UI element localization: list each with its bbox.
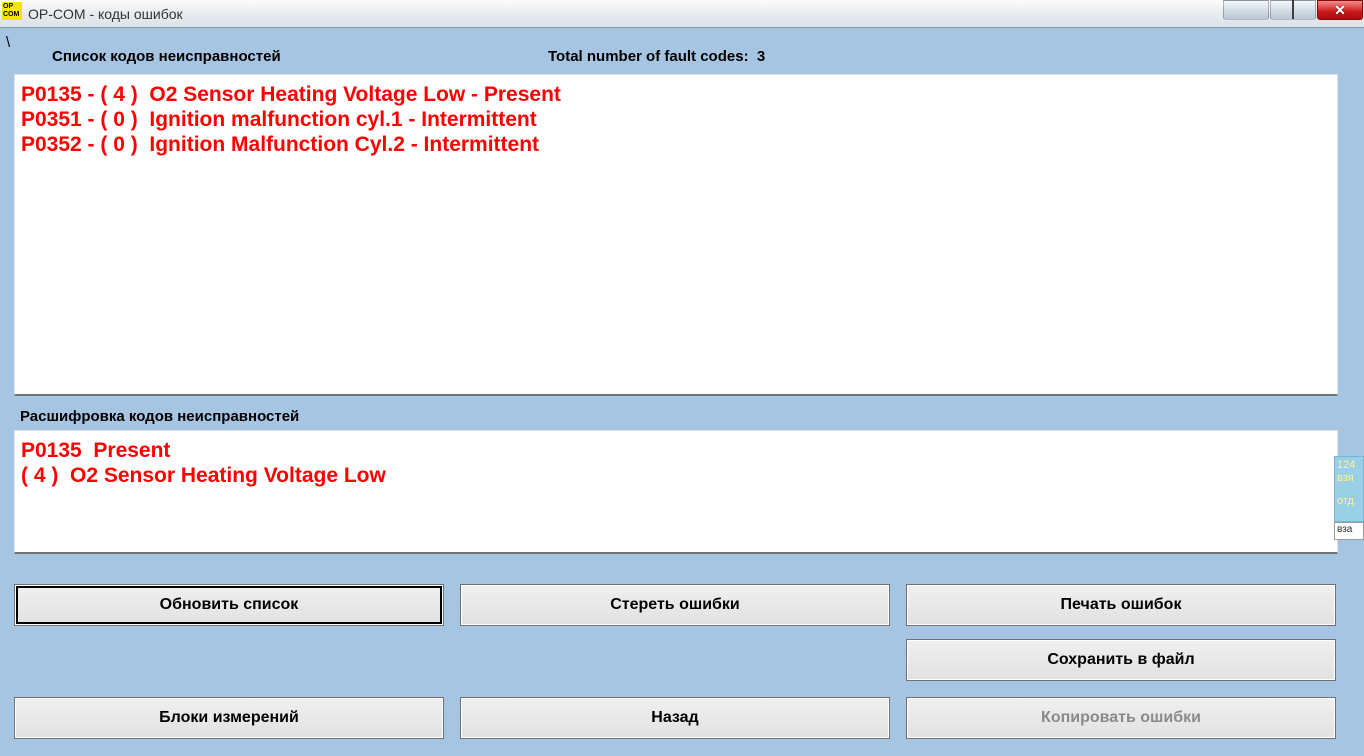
fault-codes-panel[interactable]: P0135 - ( 4 ) O2 Sensor Heating Voltage … (14, 74, 1338, 396)
app-icon: OP COM (2, 2, 22, 20)
measuring-blocks-button[interactable]: Блоки измерений (14, 697, 444, 739)
minimize-button[interactable] (1223, 0, 1269, 20)
refresh-list-button[interactable]: Обновить список (14, 584, 444, 626)
maximize-button[interactable] (1270, 0, 1316, 20)
client-area: \ Список кодов неисправностей Total numb… (0, 28, 1364, 756)
stray-char: \ (6, 34, 10, 51)
total-faults-count: 3 (757, 48, 765, 65)
fault-code-line[interactable]: P0135 - ( 4 ) O2 Sensor Heating Voltage … (21, 83, 1331, 108)
print-faults-button[interactable]: Печать ошибок (906, 584, 1336, 626)
side-line: 124 (1337, 459, 1361, 472)
window-title: OP-COM - коды ошибок (26, 0, 1223, 27)
copy-faults-button: Копировать ошибки (906, 697, 1336, 739)
side-overlay-widget[interactable]: 124 взя отд (1334, 456, 1364, 522)
decode-label: Расшифровка кодов неисправностей (20, 408, 299, 425)
fault-code-line[interactable]: P0351 - ( 0 ) Ignition malfunction cyl.1… (21, 108, 1331, 133)
window-titlebar: OP COM OP-COM - коды ошибок ✕ (0, 0, 1364, 28)
decode-line: P0135 Present (21, 439, 1331, 464)
close-button[interactable]: ✕ (1317, 0, 1363, 20)
window-controls: ✕ (1223, 0, 1364, 27)
side-line: взя (1337, 472, 1361, 485)
close-icon: ✕ (1334, 2, 1346, 19)
back-button[interactable]: Назад (460, 697, 890, 739)
fault-code-line[interactable]: P0352 - ( 0 ) Ignition Malfunction Cyl.2… (21, 133, 1331, 158)
side-line: отд (1337, 495, 1361, 508)
erase-faults-button[interactable]: Стереть ошибки (460, 584, 890, 626)
side-overlay-input[interactable]: вза (1334, 522, 1364, 540)
decode-line: ( 4 ) O2 Sensor Heating Voltage Low (21, 464, 1331, 489)
save-to-file-button[interactable]: Сохранить в файл (906, 639, 1336, 681)
total-faults-label: Total number of fault codes: 3 (548, 48, 765, 65)
total-faults-text: Total number of fault codes: (548, 48, 749, 65)
decode-panel[interactable]: P0135 Present ( 4 ) O2 Sensor Heating Vo… (14, 430, 1338, 554)
fault-list-label: Список кодов неисправностей (52, 48, 281, 65)
